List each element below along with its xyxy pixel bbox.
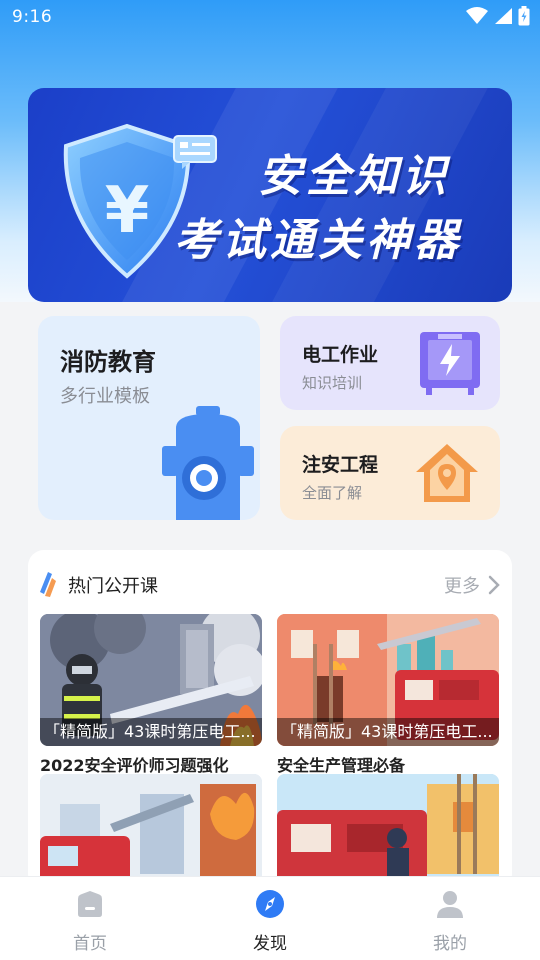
fire-hydrant-icon: [162, 406, 254, 520]
more-button[interactable]: 更多: [444, 572, 500, 598]
category-title: 注安工程: [302, 454, 379, 476]
category-card-fire-education[interactable]: 消防教育 多行业模板: [38, 316, 260, 520]
fire-rescue-team-illustration: [277, 774, 499, 890]
chevron-right-icon: [488, 575, 500, 595]
tab-label: 我的: [433, 934, 467, 954]
status-bar: 9:16: [0, 0, 540, 34]
tab-discover[interactable]: 发现: [180, 877, 360, 960]
user-icon: [437, 891, 463, 918]
hot-courses-icon: [40, 572, 56, 597]
tab-home[interactable]: 首页: [0, 877, 180, 960]
signal-icon: [495, 8, 512, 24]
category-title: 消防教育: [60, 348, 156, 376]
category-card-safety-engineering[interactable]: 注安工程 全面了解: [280, 426, 500, 520]
category-subtitle: 知识培训: [302, 374, 363, 392]
bottom-tab-bar: 首页 发现 我的: [0, 876, 540, 960]
course-thumbnail[interactable]: [277, 774, 499, 890]
category-subtitle: 全面了解: [302, 484, 363, 502]
tab-label: 发现: [253, 934, 287, 954]
category-subtitle: 多行业模板: [60, 386, 150, 407]
electric-box-icon: [420, 332, 480, 395]
status-time: 9:16: [12, 7, 53, 27]
compass-icon: [256, 890, 284, 918]
wifi-icon: [466, 7, 488, 24]
banner-title-line1: 安全知识: [258, 151, 450, 202]
banner-title-line2: 考试通关神器: [174, 215, 462, 266]
more-label: 更多: [444, 576, 480, 597]
category-card-electrician[interactable]: 电工作业 知识培训: [280, 316, 500, 410]
course-thumbnail[interactable]: [40, 774, 262, 890]
hot-courses-panel: 热门公开课 更多 「精简版」43课时第压电工... 2022安全评价师习题强化: [28, 550, 512, 890]
svg-text:¥: ¥: [105, 174, 150, 248]
home-icon: [78, 891, 102, 917]
course-thumbnail[interactable]: 「精简版」43课时第压电工...: [40, 614, 262, 746]
promo-banner[interactable]: ¥ 安全知识 考试通关神器: [28, 88, 512, 302]
house-location-icon: [416, 444, 478, 502]
category-title: 电工作业: [302, 344, 379, 366]
tab-profile[interactable]: 我的: [360, 877, 540, 960]
tab-label: 首页: [73, 934, 107, 954]
status-icons: [466, 6, 530, 26]
course-caption: 「精简版」43课时第压电工...: [40, 718, 262, 746]
course-name: 2022安全评价师习题强化: [40, 756, 229, 775]
battery-icon: [518, 6, 530, 26]
course-thumbnail[interactable]: 「精简版」43课时第压电工...: [277, 614, 499, 746]
section-title: 热门公开课: [68, 576, 158, 597]
fire-truck-rescue-illustration: [40, 774, 262, 890]
course-caption: 「精简版」43课时第压电工...: [277, 718, 499, 746]
message-bubble-icon: [173, 135, 217, 169]
course-name: 安全生产管理必备: [277, 756, 406, 775]
